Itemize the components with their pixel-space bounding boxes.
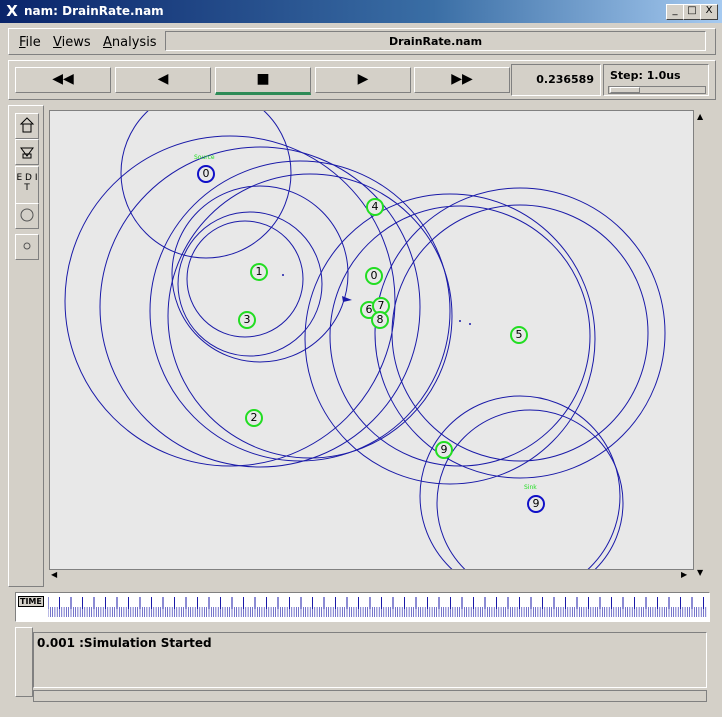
log-scrollbar[interactable] <box>33 690 707 702</box>
node-label: 1 <box>255 265 263 278</box>
node-n1[interactable]: 1 <box>250 263 268 281</box>
title-bar: X nam: DrainRate.nam _ □ X <box>0 0 722 23</box>
range-circles <box>64 111 666 569</box>
node-label: 4 <box>371 200 379 213</box>
node-src[interactable]: 0 <box>197 165 215 183</box>
node-n2[interactable]: 2 <box>245 409 263 427</box>
scroll-up-icon[interactable]: ▲ <box>697 112 703 121</box>
scroll-left-icon[interactable]: ◀ <box>51 570 57 579</box>
timeline-ticks <box>48 597 707 617</box>
scroll-down-icon[interactable]: ▼ <box>697 568 703 577</box>
node-sink[interactable]: 9 <box>527 495 545 513</box>
menu-views[interactable]: Views <box>53 35 91 50</box>
step-slider-handle[interactable] <box>610 87 640 93</box>
filename-field: DrainRate.nam <box>165 31 706 51</box>
step-label: Step: 1.0us <box>610 69 681 82</box>
node-label: 8 <box>376 313 384 326</box>
time-display: 0.236589 <box>511 64 601 96</box>
node-n3[interactable]: 3 <box>238 311 256 329</box>
close-button[interactable]: X <box>700 4 718 20</box>
node-n0[interactable]: 0 <box>365 267 383 285</box>
log-panel: 0.001 :Simulation Started <box>33 632 707 688</box>
menu-file[interactable]: File <box>19 35 41 50</box>
node-label: 2 <box>250 411 258 424</box>
zoom-in-icon[interactable] <box>15 113 39 139</box>
play-button[interactable]: ▶ <box>315 67 411 93</box>
menu-analysis[interactable]: Analysis <box>103 35 157 50</box>
network-canvas[interactable]: 0 Source 1 2 3 4 0 5 6 7 8 9 9 Sink <box>49 110 694 570</box>
log-message: 0.001 :Simulation Started <box>37 636 212 650</box>
node-label: 5 <box>515 328 523 341</box>
fast-forward-button[interactable]: ▶▶ <box>414 67 510 93</box>
maximize-button[interactable]: □ <box>683 4 701 20</box>
log-splitter[interactable] <box>15 627 33 697</box>
node-label: 0 <box>202 167 210 180</box>
node-label: 9 <box>440 443 448 456</box>
canvas-horizontal-scrollbar[interactable]: ◀ ▶ <box>49 570 695 582</box>
node-n8[interactable]: 8 <box>371 311 389 329</box>
stop-button[interactable]: ■ <box>215 67 311 95</box>
node-circle-large-icon[interactable] <box>15 203 39 229</box>
node-label: 9 <box>532 497 540 510</box>
timeline-marker[interactable]: TIME <box>18 596 44 607</box>
zoom-out-icon[interactable] <box>15 139 39 165</box>
step-back-button[interactable]: ◀ <box>115 67 211 93</box>
step-slider[interactable] <box>608 86 706 94</box>
timeline[interactable]: TIME <box>15 592 710 622</box>
network-drawing <box>64 111 666 569</box>
minimize-button[interactable]: _ <box>666 4 684 20</box>
node-n9[interactable]: 9 <box>435 441 453 459</box>
step-control: Step: 1.0us <box>603 64 709 96</box>
node-label: 3 <box>243 313 251 326</box>
scroll-right-icon[interactable]: ▶ <box>681 570 687 579</box>
node-n5[interactable]: 5 <box>510 326 528 344</box>
window-title: nam: DrainRate.nam <box>24 4 164 18</box>
node-circle-small-icon[interactable] <box>15 234 39 260</box>
canvas-vertical-scrollbar[interactable]: ▲ ▼ <box>695 110 710 582</box>
x-logo-icon: X <box>6 2 18 20</box>
node-role-label: Source <box>194 154 215 161</box>
node-n4[interactable]: 4 <box>366 198 384 216</box>
rewind-button[interactable]: ◀◀ <box>15 67 111 93</box>
node-role-label: Sink <box>524 484 537 491</box>
edit-button[interactable]: E D I T <box>15 166 39 208</box>
node-label: 0 <box>370 269 378 282</box>
